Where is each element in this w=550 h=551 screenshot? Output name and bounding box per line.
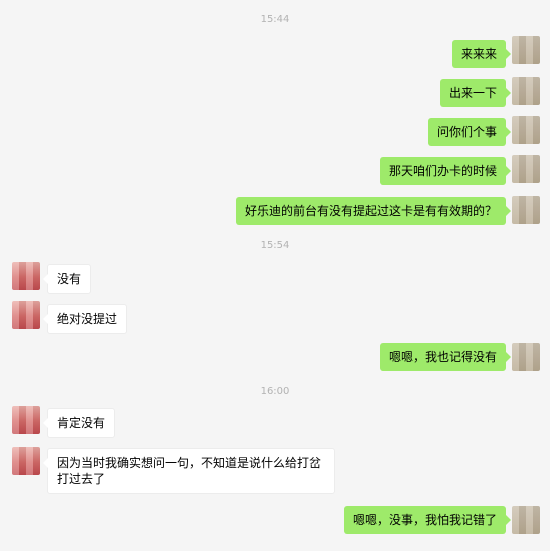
timestamp: 16:00 (260, 386, 290, 397)
contact-avatar[interactable] (12, 447, 40, 475)
my-avatar[interactable] (512, 36, 540, 64)
my-avatar[interactable] (512, 196, 540, 224)
message-bubble-outgoing[interactable]: 那天咱们办卡的时候 (379, 157, 512, 185)
contact-avatar[interactable] (12, 301, 40, 329)
message-bubble-outgoing[interactable]: 出来一下 (439, 79, 512, 107)
contact-avatar[interactable] (12, 406, 40, 434)
message-bubble-incoming[interactable]: 因为当时我确实想问一句，不知道是说什么给打岔打过去了 (43, 448, 335, 494)
chat-window: 15:44 来来来 出来一下 问你们个事 那天咱们办卡的时候 好乐迪的前台有没有… (0, 0, 550, 551)
message-bubble-incoming[interactable]: 肯定没有 (42, 408, 116, 438)
my-avatar[interactable] (512, 506, 540, 534)
message-bubble-outgoing[interactable]: 来来来 (451, 40, 512, 68)
message-bubble-incoming[interactable]: 绝对没提过 (42, 304, 128, 334)
message-bubble-outgoing[interactable]: 好乐迪的前台有没有提起过这卡是有有效期的？ (235, 197, 512, 225)
message-bubble-outgoing[interactable]: 嗯嗯，我也记得没有 (379, 343, 512, 371)
message-bubble-outgoing[interactable]: 问你们个事 (427, 118, 512, 146)
message-bubble-incoming[interactable]: 没有 (42, 264, 92, 294)
my-avatar[interactable] (512, 155, 540, 183)
my-avatar[interactable] (512, 77, 540, 105)
message-bubble-outgoing[interactable]: 嗯嗯，没事，我怕我记错了 (343, 506, 512, 534)
my-avatar[interactable] (512, 343, 540, 371)
contact-avatar[interactable] (12, 262, 40, 290)
timestamp: 15:54 (260, 240, 290, 251)
timestamp: 15:44 (260, 14, 290, 25)
my-avatar[interactable] (512, 116, 540, 144)
